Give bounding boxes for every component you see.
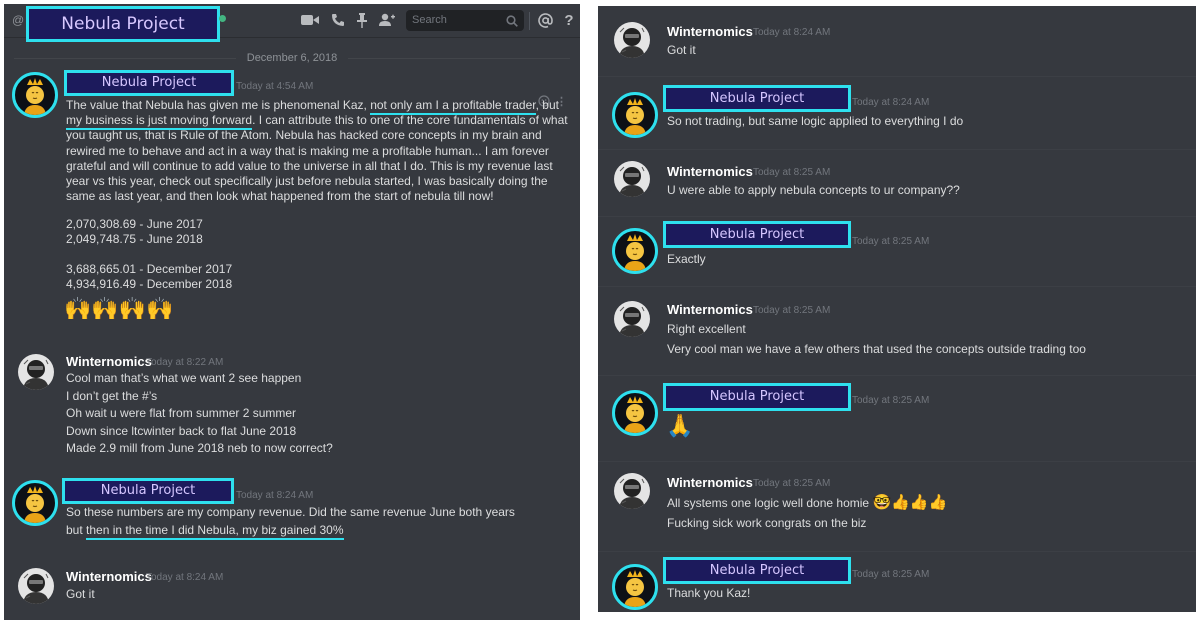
avatar[interactable] <box>12 72 58 118</box>
timestamp: Today at 8:24 AM <box>852 97 930 108</box>
left-chat-panel: @ Nebula Project Search ? December 6, 20 <box>4 4 580 620</box>
message-line: Exactly <box>667 252 706 266</box>
message-line: but then in the time I did Nebula, my bi… <box>66 521 344 540</box>
message-text: The value that Nebula has given me is ph… <box>66 98 371 112</box>
author-name[interactable]: Winternomics <box>66 354 152 369</box>
add-member-icon[interactable] <box>377 12 395 28</box>
message-line: 2,049,748.75 - June 2018 <box>66 232 203 246</box>
message-line: Right excellent <box>667 322 746 336</box>
message-line: I don’t get the #’s <box>66 389 158 403</box>
author-name[interactable]: Nebula Project <box>62 478 234 504</box>
timestamp: Today at 8:24 AM <box>753 27 831 38</box>
channel-title: Nebula Project <box>26 6 220 42</box>
avatar[interactable] <box>614 301 650 337</box>
message-divider <box>598 76 1196 77</box>
avatar[interactable] <box>614 161 650 197</box>
timestamp: Today at 8:25 AM <box>753 478 831 489</box>
right-chat-panel: Winternomics Today at 8:24 AM Got it Neb… <box>598 6 1196 612</box>
message-line: U were able to apply nebula concepts to … <box>667 183 960 197</box>
raised-hands-emoji: 🙌🙌🙌🙌 <box>64 296 174 321</box>
message-line: Very cool man we have a few others that … <box>667 342 1086 356</box>
message-line: Got it <box>667 43 696 57</box>
avatar[interactable] <box>612 564 658 610</box>
author-name[interactable]: Nebula Project <box>663 85 851 112</box>
author-name[interactable]: Winternomics <box>667 24 753 39</box>
avatar[interactable] <box>612 390 658 436</box>
highlighted-text: then in the time I did Nebula, my biz ga… <box>86 523 344 540</box>
timestamp: Today at 8:25 AM <box>852 395 930 406</box>
message-divider <box>598 216 1196 217</box>
timestamp: Today at 8:25 AM <box>753 305 831 316</box>
avatar[interactable] <box>614 22 650 58</box>
message-line: Oh wait u were flat from summer 2 summer <box>66 406 297 420</box>
message-divider <box>598 461 1196 462</box>
message-text: All systems one logic well done homie <box>667 496 870 510</box>
avatar[interactable] <box>612 92 658 138</box>
message-divider <box>598 149 1196 150</box>
praying-hands-emoji: 🙏 <box>666 413 694 438</box>
message-line: Thank you Kaz! <box>667 586 751 600</box>
avatar[interactable] <box>612 228 658 274</box>
message-line: All systems one logic well done homie 🤓👍… <box>667 494 947 512</box>
search-icon <box>506 14 518 32</box>
avatar[interactable] <box>18 354 54 390</box>
message-text: , but <box>535 98 559 112</box>
message-text: but <box>66 523 87 537</box>
author-name[interactable]: Nebula Project <box>663 221 851 248</box>
timestamp: Today at 4:54 AM <box>236 81 314 92</box>
timestamp: Today at 8:25 AM <box>753 167 831 178</box>
avatar[interactable] <box>18 568 54 604</box>
message-divider <box>598 551 1196 552</box>
author-name[interactable]: Nebula Project <box>663 383 851 411</box>
video-icon[interactable] <box>301 12 319 28</box>
message-line: So not trading, but same logic applied t… <box>667 114 964 128</box>
phone-icon[interactable] <box>329 12 347 28</box>
search-input[interactable]: Search <box>406 10 524 31</box>
online-status-indicator <box>219 15 226 22</box>
author-name[interactable]: Nebula Project <box>64 70 234 96</box>
message-divider <box>598 286 1196 287</box>
avatar[interactable] <box>614 473 650 509</box>
dm-at-icon: @ <box>12 13 25 27</box>
pin-icon[interactable] <box>353 12 371 28</box>
message-line: So these numbers are my company revenue.… <box>66 505 515 519</box>
search-placeholder: Search <box>412 14 447 26</box>
message-line: 4,934,916.49 - December 2018 <box>66 277 233 291</box>
message-divider <box>598 375 1196 376</box>
message-line: Made 2.9 mill from June 2018 neb to now … <box>66 441 333 455</box>
message-line: Fucking sick work congrats on the biz <box>667 516 867 530</box>
emoji-group: 🤓👍👍👍 <box>872 494 948 511</box>
message-line: Down since ltcwinter back to flat June 2… <box>66 424 297 438</box>
author-name[interactable]: Winternomics <box>667 164 753 179</box>
author-name[interactable]: Nebula Project <box>663 557 851 584</box>
message-line: Got it <box>66 587 95 601</box>
avatar[interactable] <box>12 480 58 526</box>
help-icon[interactable]: ? <box>560 12 578 29</box>
timestamp: Today at 8:22 AM <box>146 357 224 368</box>
author-name[interactable]: Winternomics <box>667 302 753 317</box>
author-name[interactable]: Winternomics <box>667 475 753 490</box>
message-body: The value that Nebula has given me is ph… <box>66 98 572 204</box>
date-separator: December 6, 2018 <box>14 49 570 69</box>
header-divider <box>529 12 530 30</box>
mention-icon[interactable] <box>536 12 554 28</box>
author-name[interactable]: Winternomics <box>66 569 152 584</box>
timestamp: Today at 8:25 AM <box>852 236 930 247</box>
timestamp: Today at 8:25 AM <box>852 569 930 580</box>
timestamp: Today at 8:24 AM <box>236 490 314 501</box>
channel-header: @ Nebula Project Search ? <box>4 4 580 42</box>
timestamp: Today at 8:24 AM <box>146 572 224 583</box>
divider-line <box>348 58 570 59</box>
message-line: Cool man that’s what we want 2 see happe… <box>66 371 302 385</box>
